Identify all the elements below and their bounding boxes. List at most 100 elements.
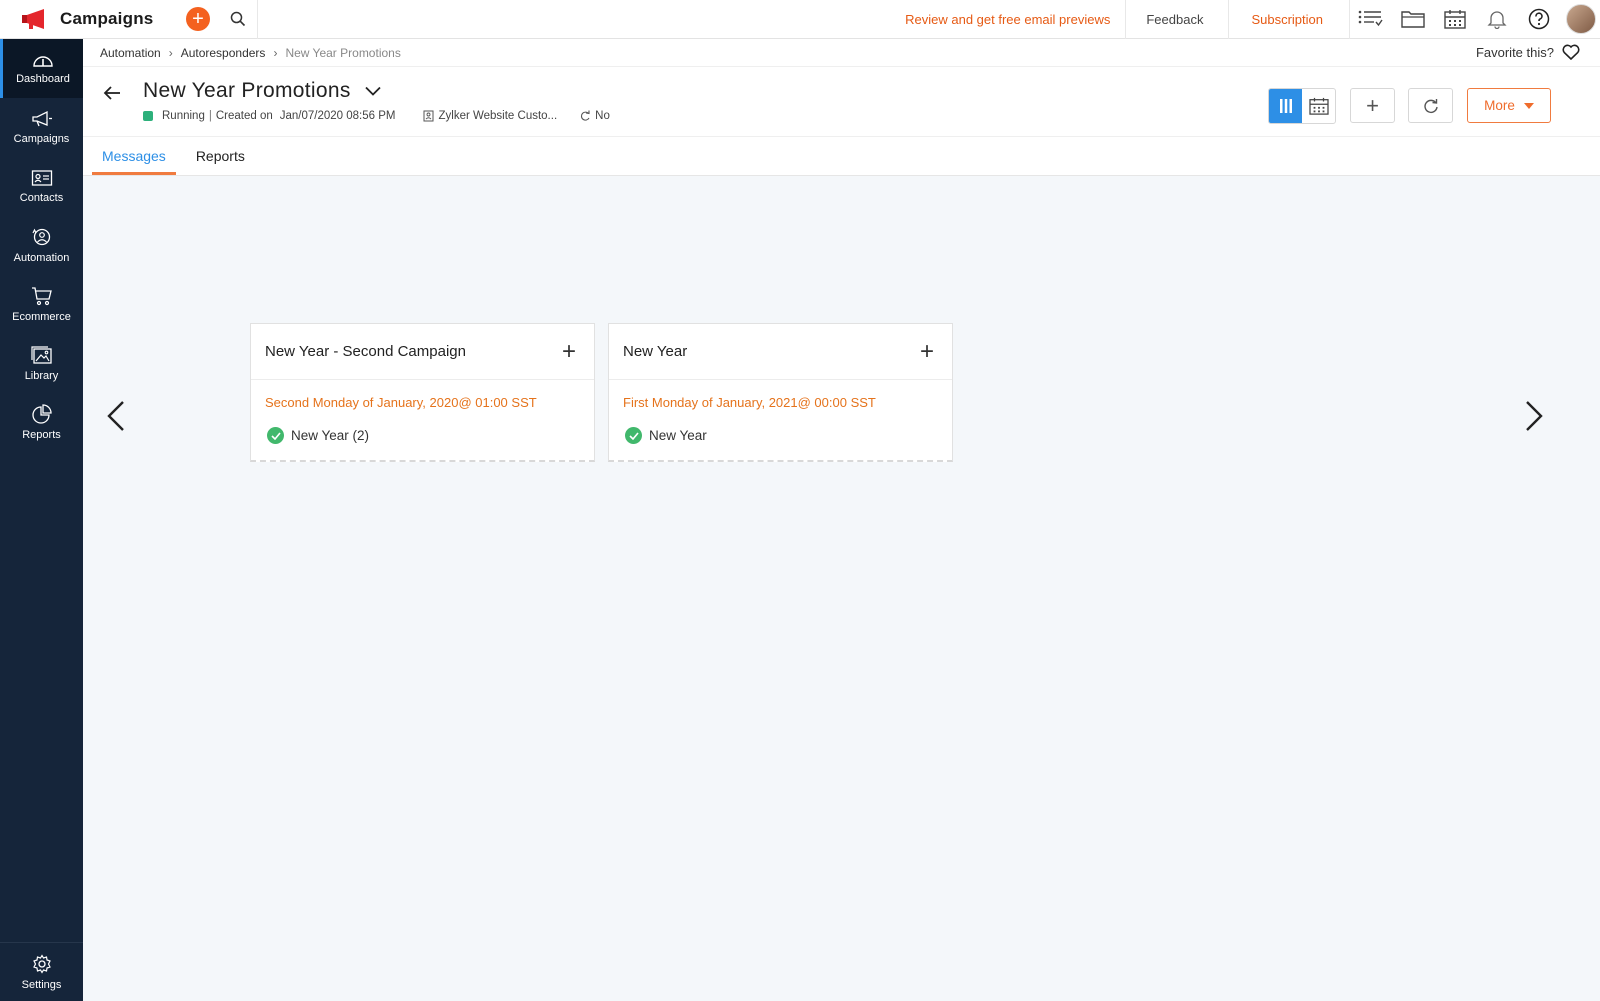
contacts-icon — [31, 170, 52, 186]
page-title[interactable]: New Year Promotions — [143, 79, 381, 103]
list-icon — [1358, 10, 1383, 27]
card-body: Second Monday of January, 2020@ 01:00 SS… — [251, 380, 594, 460]
card-body: First Monday of January, 2021@ 00:00 SST… — [609, 380, 952, 460]
page-title-text: New Year Promotions — [143, 79, 351, 102]
message-card[interactable]: New Year + First Monday of January, 2021… — [608, 323, 953, 462]
back-arrow-icon[interactable] — [103, 86, 121, 100]
favorite-label: Favorite this? — [1475, 44, 1554, 60]
card-header: New Year + — [609, 324, 952, 380]
favorite-toggle[interactable]: Favorite this? — [1476, 44, 1580, 60]
card-schedule[interactable]: Second Monday of January, 2020@ 01:00 SS… — [265, 395, 580, 411]
search-icon — [230, 11, 245, 27]
status-text: Running — [162, 110, 205, 122]
tab-messages[interactable]: Messages — [92, 136, 176, 175]
notifications-button[interactable] — [1476, 0, 1518, 39]
card-message-name: New Year — [649, 428, 707, 443]
list-button[interactable] — [1350, 0, 1392, 39]
mailing-list-name: Zylker Website Custo... — [438, 110, 558, 122]
megaphone-icon — [31, 110, 52, 127]
calendar-icon — [1444, 10, 1466, 29]
mailing-list[interactable]: Zylker Website Custo... — [423, 110, 557, 122]
columns-icon — [1279, 99, 1292, 113]
chevron-down-icon — [365, 86, 381, 96]
caret-down-icon — [1523, 102, 1534, 109]
sidebar-item-library[interactable]: Library — [0, 334, 83, 393]
chevron-right-icon: › — [168, 45, 173, 60]
cart-icon — [31, 287, 52, 306]
sidebar-item-dashboard[interactable]: Dashboard — [0, 39, 83, 98]
plus-icon[interactable]: + — [920, 339, 934, 364]
repeat-info: No — [579, 110, 610, 122]
sidebar-item-settings[interactable]: Settings — [0, 942, 83, 1001]
chevron-right-icon[interactable] — [1524, 400, 1544, 432]
more-label: More — [1484, 98, 1515, 113]
card-schedule[interactable]: First Monday of January, 2021@ 00:00 SST — [623, 395, 938, 411]
automation-icon — [31, 228, 50, 246]
autoresponder-meta: Running | Created on Jan/07/2020 08:56 P… — [143, 110, 610, 122]
check-circle-icon — [625, 427, 642, 444]
card-title: New Year - Second Campaign — [265, 343, 466, 360]
sidebar-item-ecommerce[interactable]: Ecommerce — [0, 275, 83, 334]
sidebar-item-label: Contacts — [19, 192, 64, 204]
breadcrumb-automation[interactable]: Automation — [100, 46, 161, 60]
created-date: Jan/07/2020 08:56 PM — [279, 110, 396, 122]
campaigns-logo-icon — [22, 9, 44, 29]
help-button[interactable] — [1518, 0, 1560, 39]
check-circle-icon — [267, 427, 284, 444]
breadcrumb-autoresponders[interactable]: Autoresponders — [181, 46, 266, 60]
sidebar-item-automation[interactable]: Automation — [0, 216, 83, 275]
page-header: Automation › Autoresponders › New Year P… — [83, 39, 1600, 176]
card-title: New Year — [623, 343, 688, 360]
top-bar: Campaigns + Review and get free email pr… — [0, 0, 1600, 39]
repeat-value: No — [595, 110, 610, 122]
calendar-view-button[interactable] — [1302, 89, 1335, 123]
heart-icon — [1562, 44, 1580, 60]
sidebar-item-reports[interactable]: Reports — [0, 393, 83, 452]
calendar-button[interactable] — [1434, 0, 1476, 39]
calendar-icon — [1308, 97, 1329, 115]
sidebar-item-label: Reports — [22, 429, 61, 441]
refresh-icon — [1423, 98, 1438, 113]
column-view-button[interactable] — [1269, 89, 1302, 123]
sidebar-item-contacts[interactable]: Contacts — [0, 157, 83, 216]
sidebar-item-label: Automation — [13, 252, 70, 264]
add-icon[interactable]: + — [186, 7, 210, 31]
help-icon — [1528, 8, 1550, 30]
card-message-name: New Year (2) — [291, 428, 370, 443]
folder-icon — [1401, 11, 1425, 28]
subscription-link[interactable]: Subscription — [1229, 0, 1350, 39]
gear-icon — [32, 953, 51, 974]
bell-icon — [1487, 11, 1507, 29]
meta-separator: | — [208, 110, 212, 122]
brand[interactable]: Campaigns — [0, 0, 184, 39]
sidebar: Dashboard Campaigns Contacts Automation — [0, 39, 83, 1001]
app-name: Campaigns — [60, 9, 154, 28]
card-message[interactable]: New Year (2) — [265, 427, 580, 444]
status-indicator — [143, 111, 153, 121]
sidebar-item-label: Library — [24, 370, 59, 382]
sidebar-item-label: Settings — [21, 978, 62, 991]
sidebar-item-label: Dashboard — [16, 73, 70, 85]
chevron-left-icon[interactable] — [106, 400, 126, 432]
sidebar-item-campaigns[interactable]: Campaigns — [0, 98, 83, 157]
card-message[interactable]: New Year — [623, 427, 938, 444]
sidebar-item-label: Ecommerce — [12, 311, 71, 323]
plus-icon: + — [1366, 92, 1379, 118]
refresh-button[interactable] — [1408, 88, 1453, 123]
more-dropdown[interactable]: More — [1467, 88, 1551, 123]
promo-link[interactable]: Review and get free email previews — [890, 0, 1127, 39]
tab-reports[interactable]: Reports — [186, 136, 255, 175]
folder-button[interactable] — [1392, 0, 1434, 39]
add-message-button[interactable]: + — [1350, 88, 1395, 123]
feedback-link[interactable]: Feedback — [1126, 0, 1230, 39]
search-button[interactable] — [218, 0, 258, 39]
library-icon — [30, 346, 52, 364]
repeat-icon — [581, 110, 590, 121]
tab-bar: Messages Reports — [83, 136, 1600, 176]
reports-icon — [31, 404, 52, 424]
avatar[interactable] — [1566, 4, 1596, 34]
chevron-right-icon: › — [273, 45, 278, 60]
card-header: New Year - Second Campaign + — [251, 324, 594, 380]
plus-icon[interactable]: + — [562, 339, 576, 364]
message-card[interactable]: New Year - Second Campaign + Second Mond… — [250, 323, 595, 462]
